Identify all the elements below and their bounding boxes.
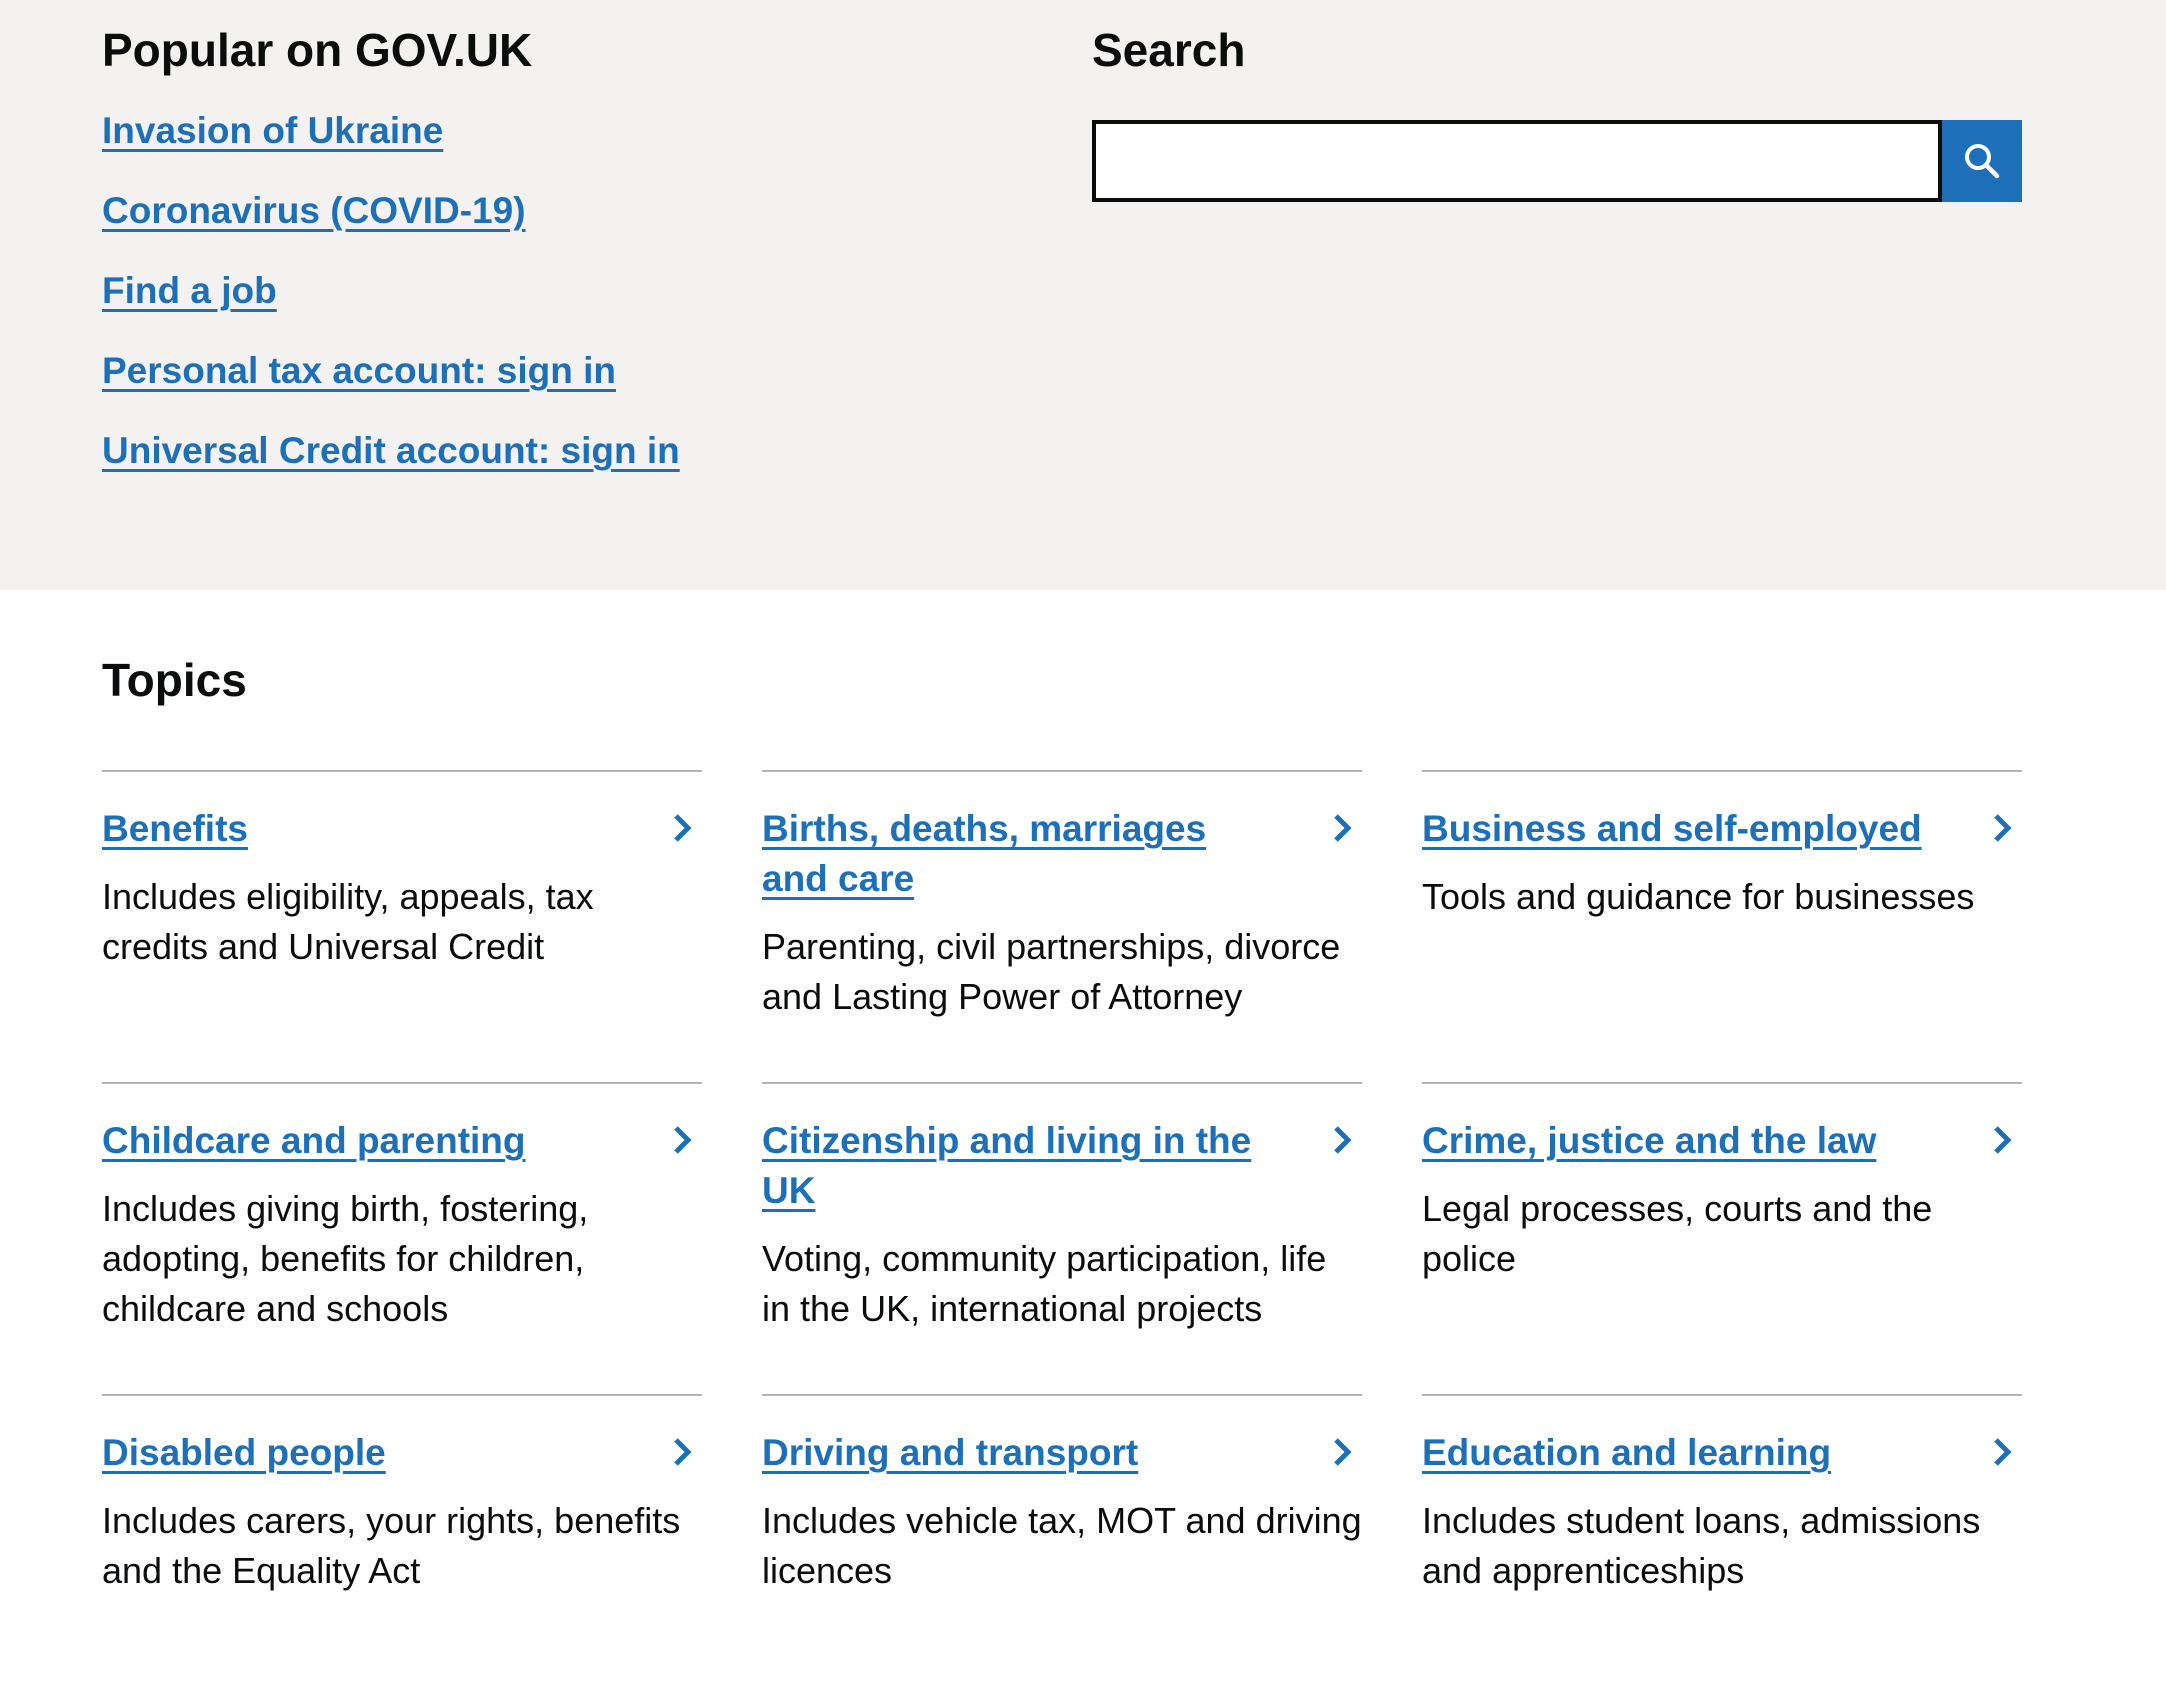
topic-description: Includes vehicle tax, MOT and driving li… (762, 1500, 1362, 1591)
topic-item: Business and self-employed Tools and gui… (1422, 770, 2022, 1082)
popular-list-item: Coronavirus (COVID-19) (102, 186, 1002, 266)
search-title: Search (1092, 24, 1246, 76)
topic-item: Benefits Includes eligibility, appeals, … (102, 770, 702, 1082)
topic-link-driving[interactable]: Driving and transport (762, 1428, 1282, 1478)
popular-column: Popular on GOV.UK Invasion of Ukraine Co… (102, 22, 1002, 506)
topic-link-childcare[interactable]: Childcare and parenting (102, 1116, 622, 1166)
chevron-right-icon[interactable] (668, 1122, 698, 1158)
chevron-right-icon[interactable] (1328, 810, 1358, 846)
chevron-right-icon[interactable] (668, 1434, 698, 1470)
topics-title: Topics (102, 654, 247, 706)
popular-list-item: Personal tax account: sign in (102, 346, 1002, 426)
topic-link-business[interactable]: Business and self-employed (1422, 804, 1942, 854)
chevron-right-icon[interactable] (1328, 1122, 1358, 1158)
topic-description: Parenting, civil partnerships, divorce a… (762, 926, 1341, 1017)
chevron-right-icon[interactable] (1328, 1434, 1358, 1470)
topic-link-disabled-people[interactable]: Disabled people (102, 1428, 622, 1478)
popular-link-personal-tax[interactable]: Personal tax account: sign in (102, 350, 616, 391)
popular-section: Popular on GOV.UK Invasion of Ukraine Co… (0, 0, 2166, 590)
popular-list-item: Invasion of Ukraine (102, 106, 1002, 186)
chevron-right-icon[interactable] (1988, 1122, 2018, 1158)
popular-link-coronavirus[interactable]: Coronavirus (COVID-19) (102, 190, 526, 231)
topic-link-births-deaths-marriages[interactable]: Births, deaths, marriages and care (762, 804, 1282, 904)
popular-link-find-a-job[interactable]: Find a job (102, 270, 277, 311)
chevron-right-icon[interactable] (1988, 810, 2018, 846)
popular-link-invasion-of-ukraine[interactable]: Invasion of Ukraine (102, 110, 443, 151)
topic-description: Includes eligibility, appeals, tax credi… (102, 876, 594, 967)
popular-list-item: Find a job (102, 266, 1002, 346)
topic-description: Includes giving birth, fostering, adopti… (102, 1188, 589, 1329)
topic-item: Education and learning Includes student … (1422, 1394, 2022, 1706)
topic-item: Disabled people Includes carers, your ri… (102, 1394, 702, 1706)
search-button[interactable] (1942, 120, 2022, 202)
topic-item: Childcare and parenting Includes giving … (102, 1082, 702, 1394)
popular-list-item: Universal Credit account: sign in (102, 426, 1002, 506)
topic-link-citizenship[interactable]: Citizenship and living in the UK (762, 1116, 1282, 1216)
topic-description: Includes student loans, admissions and a… (1422, 1500, 1981, 1591)
topic-link-crime-justice[interactable]: Crime, justice and the law (1422, 1116, 1942, 1166)
topics-grid: Benefits Includes eligibility, appeals, … (102, 770, 2022, 1706)
search-form (1092, 120, 2022, 202)
topic-description: Legal processes, courts and the police (1422, 1188, 1933, 1279)
search-icon (1965, 144, 2000, 179)
chevron-right-icon[interactable] (668, 810, 698, 846)
search-input[interactable] (1092, 120, 1942, 202)
topic-item: Citizenship and living in the UK Voting,… (762, 1082, 1362, 1394)
search-column: Search (1092, 22, 2022, 202)
topic-description: Voting, community participation, life in… (762, 1238, 1327, 1329)
topic-item: Births, deaths, marriages and care Paren… (762, 770, 1362, 1082)
topic-description: Includes carers, your rights, benefits a… (102, 1500, 681, 1591)
popular-link-universal-credit[interactable]: Universal Credit account: sign in (102, 430, 680, 471)
topic-description: Tools and guidance for businesses (1422, 876, 1975, 917)
topic-link-benefits[interactable]: Benefits (102, 804, 622, 854)
popular-title: Popular on GOV.UK (102, 24, 533, 76)
topic-item: Driving and transport Includes vehicle t… (762, 1394, 1362, 1706)
popular-links-list: Invasion of Ukraine Coronavirus (COVID-1… (102, 106, 1002, 506)
topic-item: Crime, justice and the law Legal process… (1422, 1082, 2022, 1394)
topic-link-education[interactable]: Education and learning (1422, 1428, 1942, 1478)
chevron-right-icon[interactable] (1988, 1434, 2018, 1470)
